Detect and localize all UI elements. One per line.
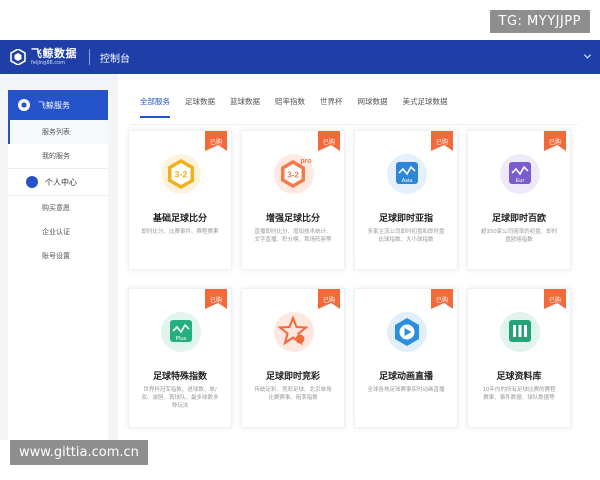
brand-logo[interactable]: 飞鲸数据 feijing88.com xyxy=(10,48,77,66)
sidebar-section-label: 个人中心 xyxy=(45,177,77,187)
card-title: 足球资料库 xyxy=(496,372,542,382)
tab-american-football[interactable]: 美式足球数据 xyxy=(403,96,448,118)
sidebar-item-purchase-intent[interactable]: 购买意愿 xyxy=(8,196,108,220)
svg-text:Plus: Plus xyxy=(176,336,187,342)
card-description: 10年内的所有足球比赛的赛程赛果、事件数据、球队数据等 xyxy=(482,387,556,401)
tab-underline-divider xyxy=(130,124,578,125)
svg-text:pro: pro xyxy=(300,158,311,165)
svg-text:3-2: 3-2 xyxy=(287,171,299,180)
card-description: 直播即时比分、增加技术统计、文字直播、积分榜、首场阵容等 xyxy=(254,229,332,243)
service-card[interactable]: 已购 3-2 pro 增强足球比分 直播即时比分、增加技术统计、文字直播、积分榜… xyxy=(241,130,345,270)
service-card[interactable]: 已购 足球资料库 10年内的所有足球比赛的赛程赛果、事件数据、球队数据等 xyxy=(467,288,571,428)
service-card[interactable]: 已购 3-2 基础足球比分 即时比分、比赛事件、赛程赛果 xyxy=(128,130,232,270)
svg-text:Eur: Eur xyxy=(516,178,525,184)
tab-odds[interactable]: 赔率指数 xyxy=(275,96,305,118)
card-description: 全球各地足球赛事实时动画直播 xyxy=(367,387,445,393)
sidebar-item-label: 企业认证 xyxy=(42,228,70,236)
tab-basketball[interactable]: 篮球数据 xyxy=(230,96,260,118)
sidebar-item-service-list[interactable]: 服务列表 xyxy=(8,120,108,144)
whale-icon xyxy=(18,99,30,111)
svg-text:Asia: Asia xyxy=(402,178,414,184)
sidebar-item-label: 我的服务 xyxy=(42,152,70,160)
special-index-plus-icon: Plus xyxy=(161,312,201,352)
card-title: 足球即时亚指 xyxy=(378,214,433,224)
logo-text: 飞鲸数据 xyxy=(31,47,77,60)
card-title: 增强足球比分 xyxy=(265,214,320,224)
content-panel: 全部服务 足球数据 篮球数据 赔率指数 世界杯 网球数据 美式足球数据 已购 3… xyxy=(118,74,600,440)
sidebar: 飞鲸服务 服务列表 我的服务 个人中心 购买意愿 企业认证 账号设置 xyxy=(8,90,108,440)
purchased-badge: 已购 xyxy=(431,289,453,309)
service-card[interactable]: 已购 足球即时竞彩 传统足彩、竞彩足球、北京单场比赛赛事、赔率指数 xyxy=(241,288,345,428)
logo-url: feijing88.com xyxy=(31,60,65,66)
purchased-badge: 已购 xyxy=(205,131,227,151)
lottery-star-icon xyxy=(274,312,314,352)
euro-index-icon: Eur xyxy=(500,154,540,194)
card-title: 足球动画直播 xyxy=(378,372,433,382)
chevron-down-icon[interactable] xyxy=(583,52,592,61)
card-description: 即时比分、比赛事件、赛程赛果 xyxy=(141,229,219,235)
category-tabs: 全部服务 足球数据 篮球数据 赔率指数 世界杯 网球数据 美式足球数据 xyxy=(140,96,463,118)
animation-play-icon xyxy=(387,312,427,352)
sidebar-section-personal[interactable]: 个人中心 xyxy=(8,168,108,196)
main-area: 飞鲸服务 服务列表 我的服务 个人中心 购买意愿 企业认证 账号设置 全部服务 … xyxy=(0,74,600,440)
sidebar-item-label: 服务列表 xyxy=(42,128,70,136)
football-score-pro-icon: 3-2 pro xyxy=(274,154,314,194)
card-description: 世界杯冠军指数、进球数、单/双、波胆、首球队、最多球数多种玩法 xyxy=(141,387,219,409)
sidebar-item-label: 购买意愿 xyxy=(42,204,70,212)
purchased-badge: 已购 xyxy=(205,289,227,309)
sidebar-item-enterprise-auth[interactable]: 企业认证 xyxy=(8,220,108,244)
card-title: 足球即时竞彩 xyxy=(265,372,320,382)
tab-football[interactable]: 足球数据 xyxy=(185,96,215,118)
purchased-badge: 已购 xyxy=(544,131,566,151)
tab-all-services[interactable]: 全部服务 xyxy=(140,96,170,118)
purchased-badge: 已购 xyxy=(431,131,453,151)
service-card[interactable]: 已购 足球动画直播 全球各地足球赛事实时动画直播 xyxy=(354,288,458,428)
user-icon xyxy=(26,176,38,188)
purchased-badge: 已购 xyxy=(318,131,340,151)
card-title: 基础足球比分 xyxy=(152,214,207,224)
page-title: 控制台 xyxy=(100,53,130,65)
card-title: 足球特殊指数 xyxy=(152,372,207,382)
card-description: 超350家公司赔率的初盘、即时盘欧赔指数 xyxy=(480,229,558,243)
football-score-3-2-icon: 3-2 xyxy=(161,154,201,194)
watermark-top: TG: MYYJJPP xyxy=(489,10,590,33)
header-divider xyxy=(89,49,90,65)
tab-tennis[interactable]: 网球数据 xyxy=(358,96,388,118)
sidebar-section-label: 飞鲸服务 xyxy=(38,100,70,110)
database-icon xyxy=(500,312,540,352)
card-title: 足球即时百欧 xyxy=(491,214,546,224)
service-card[interactable]: 已购 Eur 足球即时百欧 超350家公司赔率的初盘、即时盘欧赔指数 xyxy=(467,130,571,270)
sidebar-item-my-services[interactable]: 我的服务 xyxy=(8,144,108,168)
top-header: 飞鲸数据 feijing88.com 控制台 xyxy=(0,40,600,74)
asia-index-icon: Asia xyxy=(387,154,427,194)
service-card[interactable]: 已购 Plus 足球特殊指数 世界杯冠军指数、进球数、单/双、波胆、首球队、最多… xyxy=(128,288,232,428)
card-description: 多家主流公司即时初盘和即时盘比球指数、大小球指数 xyxy=(367,229,445,243)
sidebar-item-label: 账号设置 xyxy=(42,252,70,260)
sidebar-item-account-settings[interactable]: 账号设置 xyxy=(8,244,108,268)
svg-text:3-2: 3-2 xyxy=(174,170,187,180)
watermark-bottom: www.gittia.com.cn xyxy=(10,440,148,465)
tab-world-cup[interactable]: 世界杯 xyxy=(320,96,343,118)
logo-icon xyxy=(10,49,26,65)
service-card[interactable]: 已购 Asia 足球即时亚指 多家主流公司即时初盘和即时盘比球指数、大小球指数 xyxy=(354,130,458,270)
purchased-badge: 已购 xyxy=(318,289,340,309)
card-description: 传统足彩、竞彩足球、北京单场比赛赛事、赔率指数 xyxy=(254,387,332,401)
service-card-grid: 已购 3-2 基础足球比分 即时比分、比赛事件、赛程赛果 已购 3-2 pro … xyxy=(128,130,588,440)
sidebar-section-services[interactable]: 飞鲸服务 xyxy=(8,90,108,120)
purchased-badge: 已购 xyxy=(544,289,566,309)
